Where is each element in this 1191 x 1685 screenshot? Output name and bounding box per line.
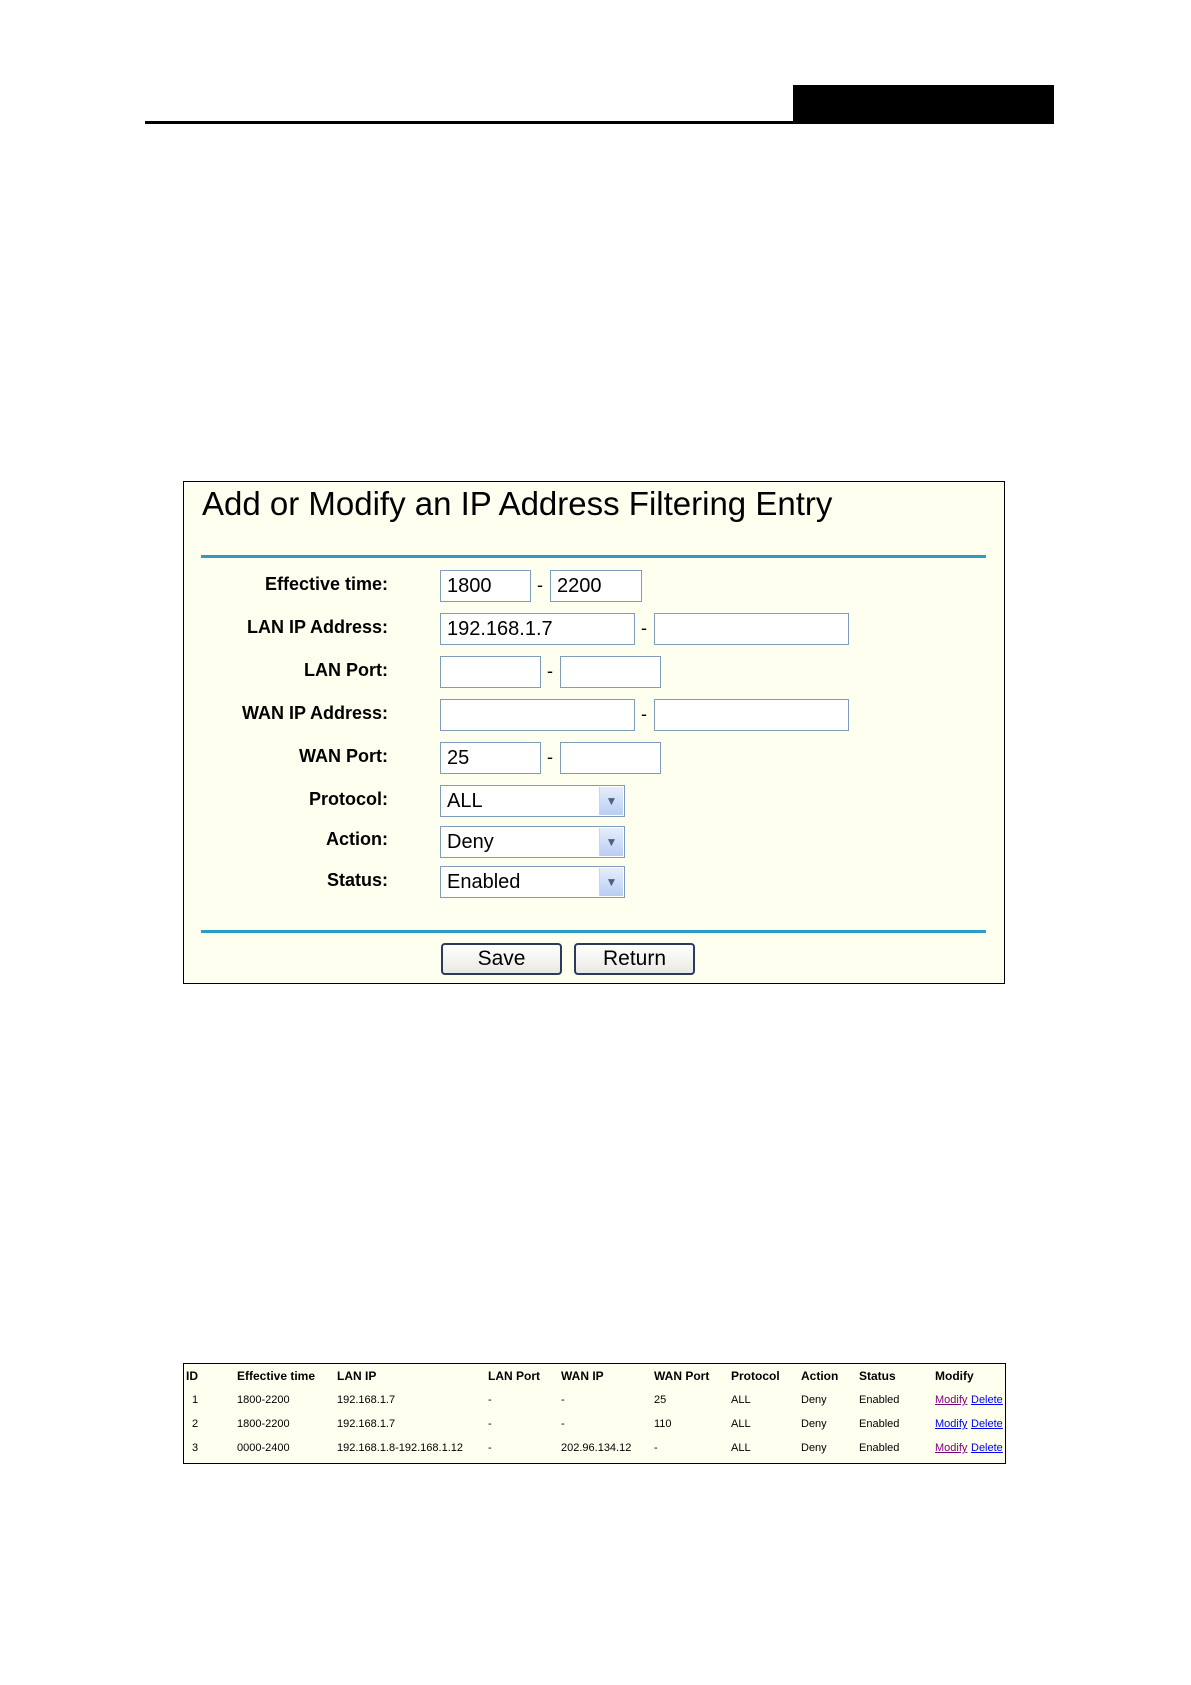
row-2-lan-ip: 192.168.1.7 [337,1418,396,1430]
form-title: Add or Modify an IP Address Filtering En… [202,485,833,522]
row-2-status: Enabled [859,1418,900,1430]
header-effective-time: Effective time [237,1369,316,1383]
row-1-protocol: ALL [731,1394,751,1406]
effective-time-label: Effective time: [264,574,388,594]
wan-ip-separator: - [641,704,647,724]
wan-ip-from-input[interactable] [440,699,635,731]
row-2-modify-link[interactable]: Modify [935,1418,967,1430]
row-2-protocol: ALL [731,1418,751,1430]
row-1-status: Enabled [859,1394,900,1406]
lan-port-to-input[interactable] [560,656,661,688]
chevron-down-icon[interactable]: ▼ [599,828,623,856]
action-select[interactable]: Deny ▼ [440,826,625,858]
header-lan-port: LAN Port [488,1369,540,1383]
row-1-time: 1800-2200 [237,1394,290,1406]
row-2-wan-ip: - [561,1418,565,1430]
row-3-wan-ip: 202.96.134.12 [561,1442,632,1454]
wan-port-from-input[interactable]: 25 [440,742,541,774]
wan-ip-to-input[interactable] [654,699,849,731]
row-3-action: Deny [801,1442,827,1454]
row-1-modify-link[interactable]: Modify [935,1394,967,1406]
chevron-down-icon[interactable]: ▼ [599,868,623,896]
action-select-value: Deny [447,831,494,853]
status-label: Status: [326,870,388,890]
return-button[interactable]: Return [574,943,695,975]
row-1-id: 1 [192,1394,199,1406]
protocol-label: Protocol: [309,789,388,809]
header-modify: Modify [935,1369,974,1383]
header-tab [793,85,1054,124]
lan-ip-to-input[interactable] [654,613,849,645]
row-2-action: Deny [801,1418,827,1430]
effective-time-separator: - [537,575,543,595]
chevron-down-icon[interactable]: ▼ [599,787,623,815]
effective-time-from-input[interactable]: 1800 [440,570,531,602]
row-3-lan-port: - [488,1442,492,1454]
row-3-status: Enabled [859,1442,900,1454]
wan-port-to-input[interactable] [560,742,661,774]
top-divider [201,555,986,558]
lan-port-from-input[interactable] [440,656,541,688]
effective-time-to-input[interactable]: 2200 [550,570,642,602]
row-2-time: 1800-2200 [237,1418,290,1430]
row-3-delete-link[interactable]: Delete [971,1442,1003,1454]
row-2-wan-port: 110 [654,1418,672,1430]
header-action: Action [801,1369,839,1383]
status-select-value: Enabled [447,871,521,893]
header-protocol: Protocol [731,1369,780,1383]
action-label: Action: [326,829,388,849]
row-1-delete-link[interactable]: Delete [971,1394,1003,1406]
row-2-delete-link[interactable]: Delete [971,1418,1003,1430]
row-2-lan-port: - [488,1418,492,1430]
lan-port-label: LAN Port: [304,660,388,680]
row-2-id: 2 [192,1418,199,1430]
row-1-lan-ip: 192.168.1.7 [337,1394,396,1406]
row-3-protocol: ALL [731,1442,751,1454]
protocol-select[interactable]: ALL ▼ [440,785,625,817]
lan-ip-separator: - [641,618,647,638]
row-3-wan-port: - [654,1442,658,1454]
header-wan-port: WAN Port [654,1369,710,1383]
header-id: ID [186,1369,198,1383]
save-button[interactable]: Save [441,943,562,975]
wan-ip-label: WAN IP Address: [241,703,388,723]
header-status: Status [859,1369,896,1383]
row-1-wan-port: 25 [654,1394,667,1406]
lan-port-separator: - [547,661,553,681]
lan-ip-from-input[interactable]: 192.168.1.7 [440,613,635,645]
status-select[interactable]: Enabled ▼ [440,866,625,898]
row-3-id: 3 [192,1442,199,1454]
header-wan-ip: WAN IP [561,1369,604,1383]
row-1-wan-ip: - [561,1394,565,1406]
lan-ip-label: LAN IP Address: [246,617,388,637]
row-1-lan-port: - [488,1394,492,1406]
protocol-select-value: ALL [447,790,483,812]
ip-filter-rules-table: ID Effective time LAN IP LAN Port WAN IP… [183,1363,1006,1464]
wan-port-label: WAN Port: [299,746,388,766]
bottom-divider [201,930,986,933]
row-3-time: 0000-2400 [237,1442,290,1454]
row-3-lan-ip: 192.168.1.8-192.168.1.12 [337,1442,464,1454]
header-lan-ip: LAN IP [337,1369,377,1383]
ip-filter-form-panel: Add or Modify an IP Address Filtering En… [183,481,1005,984]
row-1-action: Deny [801,1394,827,1406]
row-3-modify-link[interactable]: Modify [935,1442,967,1454]
wan-port-separator: - [547,747,553,767]
